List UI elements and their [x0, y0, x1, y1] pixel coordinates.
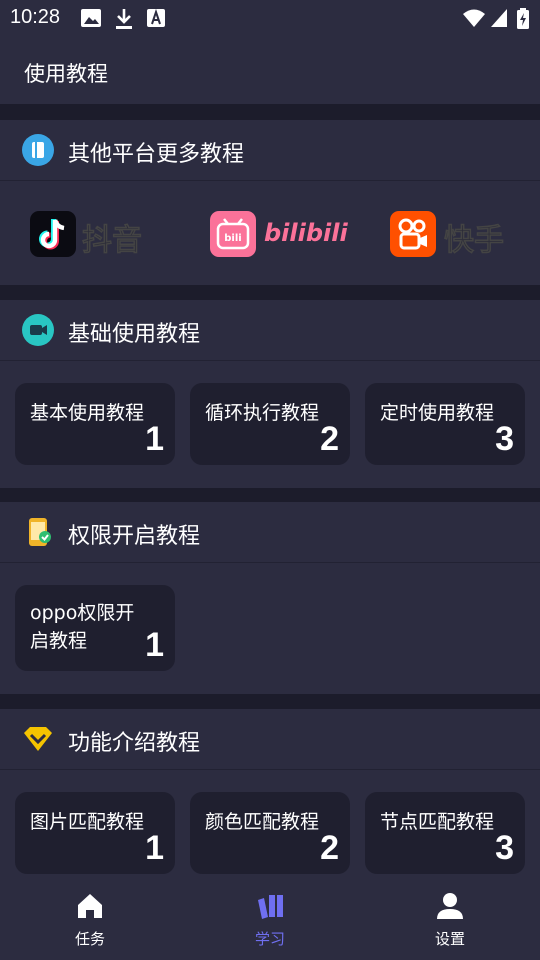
tutorial-card[interactable]: 图片匹配教程 1 [15, 792, 175, 874]
signal-icon [491, 9, 507, 27]
kuaishou-label: 快手 [444, 223, 505, 259]
tutorial-card[interactable]: oppo权限开启教程 1 [15, 585, 175, 671]
bilibili-link[interactable]: bili bilibili [210, 211, 348, 257]
permission-section: 权限开启教程 oppo权限开启教程 1 [0, 502, 540, 694]
nav-item-learn[interactable]: 学习 [210, 880, 330, 960]
features-section: 功能介绍教程 图片匹配教程 1 颜色匹配教程 2 节点匹配教程 3 [0, 709, 540, 880]
image-icon [81, 9, 101, 27]
permission-header: 权限开启教程 [0, 502, 540, 563]
diamond-icon [24, 727, 52, 751]
douyin-link[interactable]: 抖音 [30, 211, 156, 259]
platforms-section: 其他平台更多教程 抖音 bili bilibili 快手 [0, 120, 540, 285]
section-title: 功能介绍教程 [68, 731, 201, 756]
features-header: 功能介绍教程 [0, 709, 540, 770]
books-icon [258, 895, 283, 919]
svg-text:bili: bili [224, 233, 241, 244]
download-icon [116, 9, 132, 29]
card-number: 1 [145, 420, 164, 458]
bilibili-logo-icon: bili [210, 211, 256, 257]
page-title: 使用教程 [24, 62, 108, 86]
tutorial-card[interactable]: 循环执行教程 2 [190, 383, 350, 465]
nav-label: 设置 [434, 930, 465, 948]
bilibili-label: bilibili [264, 219, 348, 247]
kuaishou-logo-icon [390, 211, 436, 257]
tutorial-card[interactable]: 定时使用教程 3 [365, 383, 525, 465]
video-camera-icon [22, 314, 54, 346]
platforms-header: 其他平台更多教程 [0, 120, 540, 181]
app-bar: 使用教程 [0, 36, 540, 104]
tutorial-card[interactable]: 节点匹配教程 3 [365, 792, 525, 874]
kuaishou-link[interactable]: 快手 [390, 211, 516, 259]
tutorial-card[interactable]: 颜色匹配教程 2 [190, 792, 350, 874]
card-label: oppo权限开启教程 [30, 602, 135, 652]
nav-item-settings[interactable]: 设置 [390, 880, 510, 960]
douyin-logo-icon [30, 211, 76, 257]
phone-check-icon [29, 518, 51, 546]
nav-label: 任务 [74, 930, 105, 948]
person-icon [437, 893, 463, 919]
home-icon [78, 894, 102, 918]
nav-item-tasks[interactable]: 任务 [30, 880, 150, 960]
basic-section: 基础使用教程 基本使用教程 1 循环执行教程 2 定时使用教程 3 [0, 300, 540, 488]
text-a-icon [147, 8, 165, 27]
status-time: 10:28 [10, 6, 61, 28]
card-number: 1 [145, 829, 164, 867]
nav-label: 学习 [254, 930, 285, 948]
tutorial-card[interactable]: 基本使用教程 1 [15, 383, 175, 465]
card-number: 1 [145, 626, 164, 664]
card-number: 3 [495, 420, 514, 458]
card-number: 3 [495, 829, 514, 867]
status-bar: 10:28 [0, 0, 540, 36]
douyin-label: 抖音 [82, 223, 143, 259]
wifi-icon [463, 9, 485, 27]
card-number: 2 [320, 829, 339, 867]
battery-icon [517, 8, 529, 29]
book-icon [22, 134, 54, 166]
card-number: 2 [320, 420, 339, 458]
basic-header: 基础使用教程 [0, 300, 540, 361]
section-title: 其他平台更多教程 [68, 142, 245, 167]
section-title: 权限开启教程 [68, 524, 201, 549]
bottom-nav: 任务 学习 设置 [0, 880, 540, 960]
section-title: 基础使用教程 [68, 322, 201, 347]
